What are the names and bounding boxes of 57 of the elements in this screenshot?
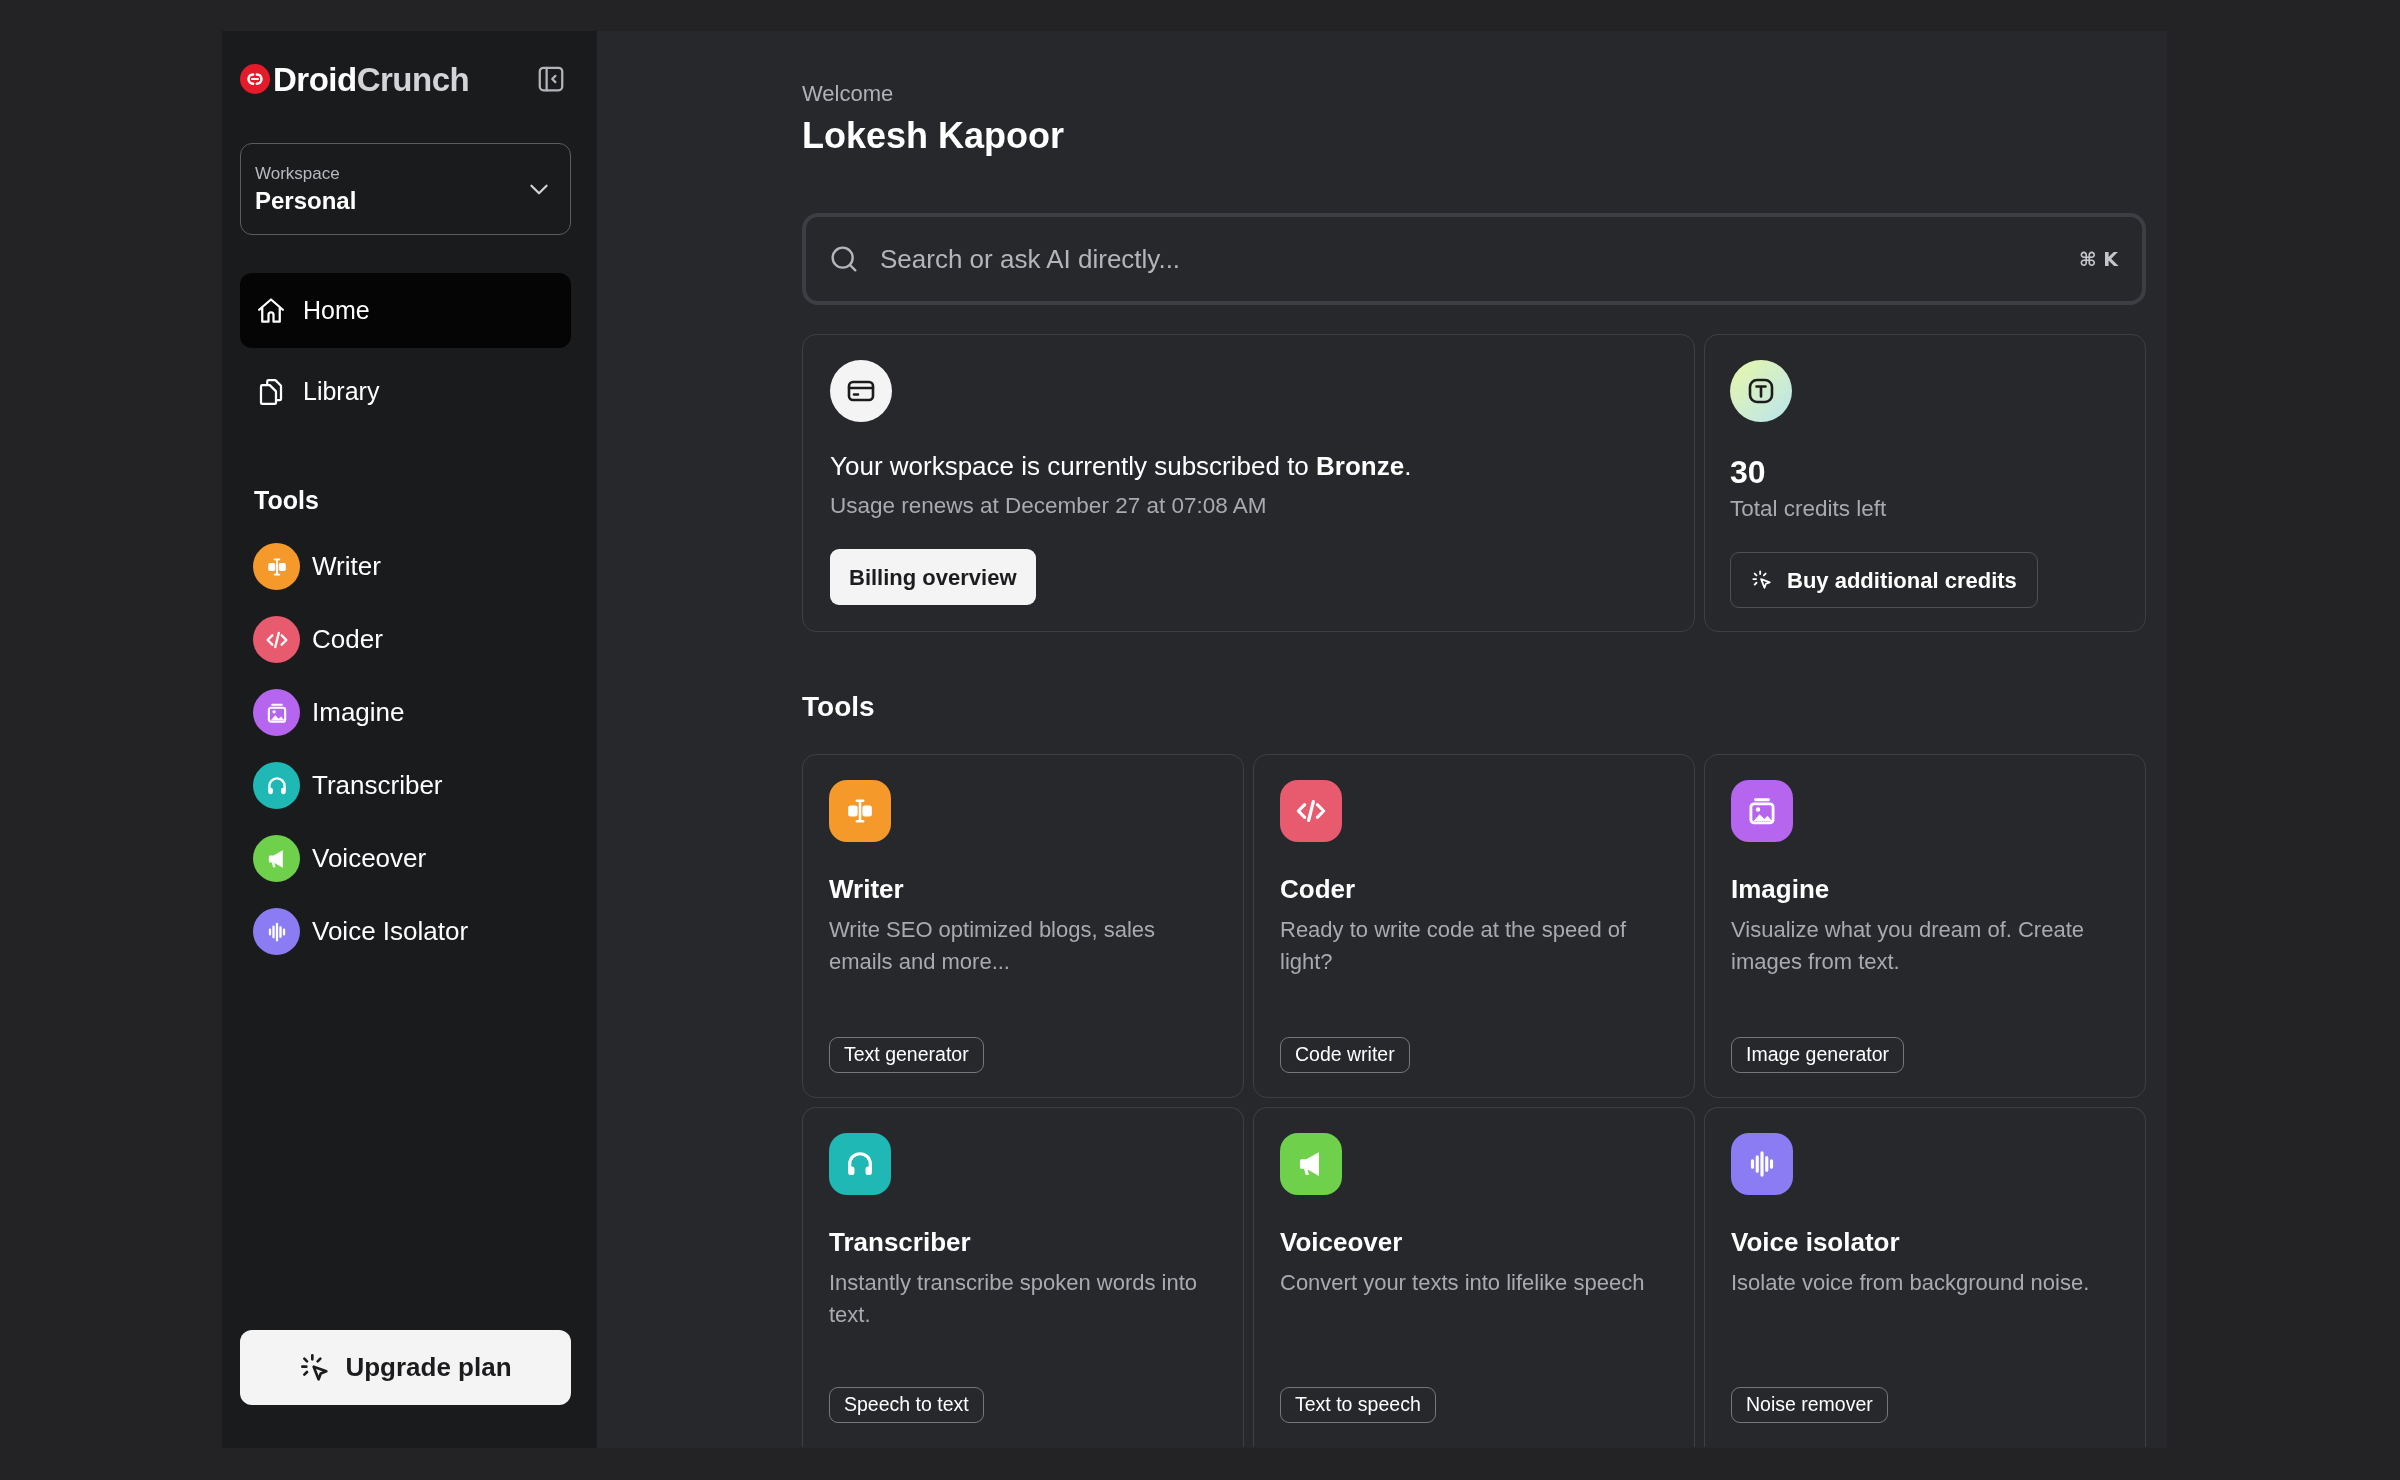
tool-tag: Code writer: [1280, 1037, 1410, 1073]
collapse-sidebar-icon[interactable]: [536, 64, 566, 94]
search-field[interactable]: Search or ask AI directly... ⌘ K: [802, 213, 2146, 305]
tool-title: Transcriber: [829, 1227, 971, 1257]
tool-card[interactable]: Transcriber Instantly transcribe spoken words into text. Speech to text: [802, 1107, 1244, 1447]
tools-heading: Tools: [253, 485, 320, 515]
sidebar-tool-item[interactable]: Voiceover: [240, 822, 427, 895]
tool-tag: Text generator: [829, 1037, 984, 1073]
upgrade-plan-button[interactable]: Upgrade plan: [240, 1330, 571, 1405]
buy-credits-button[interactable]: Buy additional credits: [1730, 552, 2038, 608]
tool-card[interactable]: Voiceover Convert your texts into lifelike speech Text to speech: [1253, 1107, 1695, 1447]
tools-section-heading: Tools: [802, 690, 876, 724]
tool-title: Writer: [829, 874, 904, 904]
tool-description: Write SEO optimized blogs, sales emails and more...: [829, 916, 1157, 976]
tool-description: Instantly transcribe spoken words into text.: [829, 1269, 1199, 1329]
tool-description: Visualize what you dream of. Create images from text.: [1731, 916, 2085, 976]
shortcut-hint: ⌘ K: [2079, 246, 2118, 272]
search-input[interactable]: Search or ask AI directly...: [880, 239, 2060, 279]
logo-text: DroidCrunch: [273, 62, 470, 96]
tool-tag: Noise remover: [1731, 1387, 1888, 1423]
workspace-dropdown[interactable]: Workspace Personal: [240, 143, 571, 235]
home-icon: [256, 295, 286, 326]
tool-title: Voiceover: [1280, 1227, 1403, 1257]
logo-icon: [240, 64, 270, 94]
workspace-label: Workspace: [255, 162, 341, 185]
tool-card[interactable]: Imagine Visualize what you dream of. Create images from text. Image generator: [1704, 754, 2146, 1098]
user-name: Lokesh Kapoor: [802, 114, 1066, 158]
tool-card[interactable]: Coder Ready to write code at the speed of light? Code writer: [1253, 754, 1695, 1098]
tool-description: Ready to write code at the speed of light?: [1280, 916, 1628, 976]
sidebar-tool-item[interactable]: Transcriber: [240, 749, 443, 822]
tool-tag: Text to speech: [1280, 1387, 1436, 1423]
workspace-value: Personal: [255, 185, 357, 216]
welcome-label: Welcome: [802, 80, 895, 108]
credits-amount: 30: [1730, 453, 1766, 491]
token-icon: [1730, 360, 1792, 422]
tool-title: Voice isolator: [1731, 1227, 1900, 1257]
nav-item[interactable]: Library: [240, 354, 571, 429]
sidebar-tool-item[interactable]: Writer: [240, 530, 381, 603]
billing-overview-button[interactable]: Billing overview: [830, 549, 1036, 605]
renewal-text: Usage renews at December 27 at 07:08 AM: [830, 492, 1267, 520]
tool-card[interactable]: Voice isolator Isolate voice from background noise. Noise remover: [1704, 1107, 2146, 1447]
sidebar-tool-item[interactable]: Imagine: [240, 676, 405, 749]
nav-item[interactable]: Home: [240, 273, 571, 348]
tool-title: Coder: [1280, 874, 1356, 904]
credits-label: Total credits left: [1730, 495, 1887, 523]
tool-title: Imagine: [1731, 874, 1830, 904]
search-icon: [828, 243, 860, 275]
credit-card-icon: [830, 360, 892, 422]
sidebar-tool-item[interactable]: Voice Isolator: [240, 895, 469, 968]
tool-description: Isolate voice from background noise.: [1731, 1269, 2090, 1297]
tool-card[interactable]: Writer Write SEO optimized blogs, sales emails and more... Text generator: [802, 754, 1244, 1098]
tool-tag: Image generator: [1731, 1037, 1905, 1073]
sparkle-cursor-icon: [1751, 569, 1773, 591]
sidebar-tool-item[interactable]: Coder: [240, 603, 383, 676]
tool-description: Convert your texts into lifelike speech: [1280, 1269, 1645, 1297]
subscription-text: Your workspace is currently subscribed to Bronze.: [830, 450, 1412, 483]
tool-tag: Speech to text: [829, 1387, 984, 1423]
